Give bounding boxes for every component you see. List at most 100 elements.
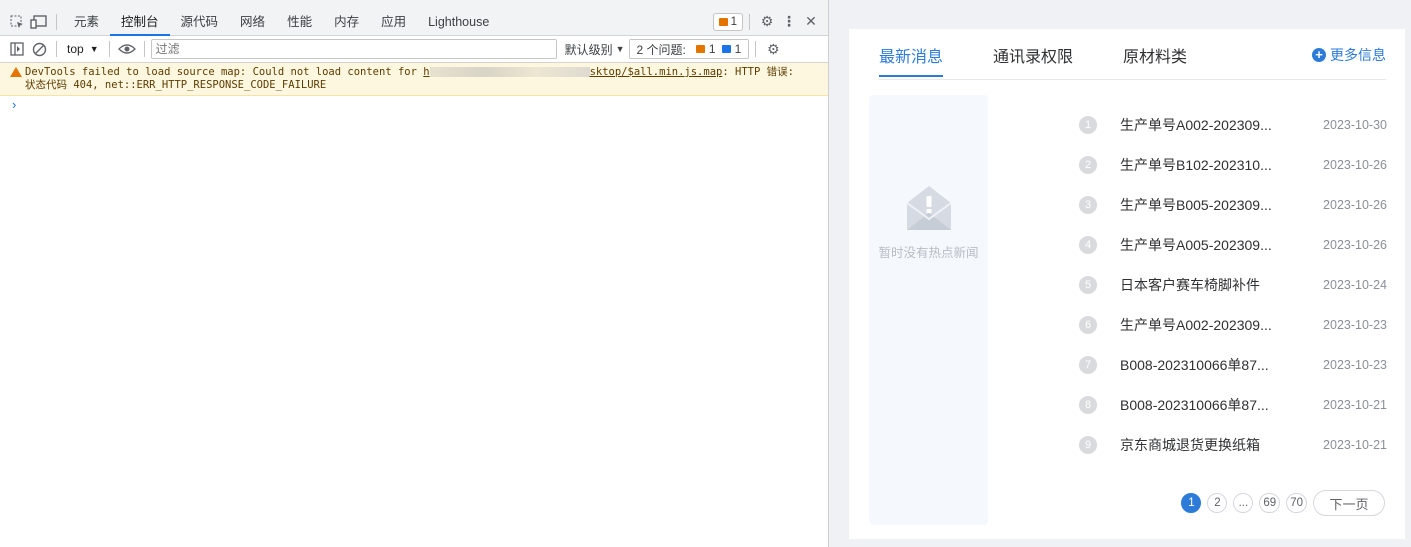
news-card: 最新消息 通讯录权限 原材料类 + 更多信息 暂时没有热点新闻 1 生产单号A002-… bbox=[849, 29, 1405, 539]
page-button[interactable]: 70 bbox=[1286, 493, 1307, 513]
page-button[interactable]: 2 bbox=[1207, 493, 1228, 513]
separator bbox=[143, 41, 145, 57]
news-item[interactable]: 1 生产单号A002-202309... 2023-10-30 bbox=[1079, 105, 1387, 145]
web-page: 最新消息 通讯录权限 原材料类 + 更多信息 暂时没有热点新闻 1 生产单号A002-… bbox=[829, 0, 1411, 547]
news-date: 2023-10-24 bbox=[1323, 278, 1387, 292]
news-title[interactable]: B008-202310066单87... bbox=[1120, 395, 1280, 415]
devtools-tab-bar: 元素 控制台 源代码 网络 性能 内存 应用 Lighthouse 1 ⚙ ⋮ ✕ bbox=[0, 0, 828, 36]
news-number-badge: 1 bbox=[1079, 116, 1097, 134]
news-title[interactable]: 京东商城退货更换纸箱 bbox=[1120, 435, 1280, 455]
pagination: 1 2... 69 70 下一页 bbox=[1181, 490, 1385, 516]
news-title[interactable]: 生产单号A002-202309... bbox=[1120, 315, 1280, 335]
devtools-tabs: 元素 控制台 源代码 网络 性能 内存 应用 Lighthouse bbox=[63, 8, 500, 36]
empty-mail-icon bbox=[905, 186, 952, 230]
separator bbox=[749, 13, 750, 30]
dropdown-arrow-icon: ▼ bbox=[615, 44, 625, 54]
warning-flag-icon bbox=[695, 45, 705, 53]
settings-gear-icon[interactable]: ⚙ bbox=[756, 11, 778, 33]
sidebar-toggle-icon[interactable] bbox=[6, 38, 28, 60]
page-button[interactable]: 69 bbox=[1259, 493, 1281, 513]
log-level-select[interactable]: 默认级别 ▼ bbox=[565, 41, 625, 58]
devtools-tab[interactable]: 控制台 bbox=[110, 8, 170, 36]
info-flag-icon bbox=[721, 45, 731, 53]
news-tab[interactable]: 通讯录权限 bbox=[993, 43, 1073, 77]
log-level-value: 默认级别 bbox=[564, 42, 613, 57]
news-number-badge: 6 bbox=[1079, 316, 1097, 334]
news-date: 2023-10-30 bbox=[1323, 118, 1387, 132]
inspect-element-icon[interactable] bbox=[6, 11, 28, 33]
news-title[interactable]: 生产单号A002-202309... bbox=[1120, 115, 1280, 135]
news-number-badge: 9 bbox=[1079, 436, 1097, 454]
news-title[interactable]: B008-202310066单87... bbox=[1120, 355, 1280, 375]
devtools-tab[interactable]: Lighthouse bbox=[417, 8, 500, 36]
issues-warning-count: 1 bbox=[708, 42, 716, 56]
news-number-badge: 2 bbox=[1079, 156, 1097, 174]
news-title[interactable]: 生产单号B005-202309... bbox=[1120, 195, 1280, 215]
more-options-icon[interactable]: ⋮ bbox=[778, 11, 800, 33]
issues-info-count: 1 bbox=[734, 42, 742, 56]
context-select[interactable]: top ▼ bbox=[63, 42, 103, 56]
devtools-tab[interactable]: 应用 bbox=[370, 8, 417, 36]
close-icon[interactable]: ✕ bbox=[800, 11, 822, 33]
news-number-badge: 5 bbox=[1079, 276, 1097, 294]
warning-triangle-icon bbox=[10, 67, 22, 77]
next-page-button[interactable]: 下一页 bbox=[1313, 490, 1385, 516]
news-tab-group: 最新消息 通讯录权限 原材料类 bbox=[879, 43, 1237, 77]
news-number-badge: 7 bbox=[1079, 356, 1097, 374]
source-map-link[interactable]: h sktop/$all.min.js.map bbox=[423, 66, 722, 78]
more-info-link[interactable]: + 更多信息 bbox=[1312, 45, 1386, 65]
dropdown-arrow-icon: ▼ bbox=[89, 44, 99, 54]
hot-news-empty: 暂时没有热点新闻 bbox=[869, 183, 988, 261]
news-list: 1 生产单号A002-202309... 2023-10-30 2 生产单号B102-2… bbox=[1079, 105, 1387, 465]
prompt-chevron-icon: › bbox=[12, 97, 17, 112]
console-warning-message: DevTools failed to load source map: Coul… bbox=[0, 63, 828, 96]
separator bbox=[56, 13, 57, 30]
separator bbox=[108, 41, 110, 57]
news-item[interactable]: 7 B008-202310066单87... 2023-10-23 bbox=[1079, 345, 1387, 385]
news-item[interactable]: 4 生产单号A005-202309... 2023-10-26 bbox=[1079, 225, 1387, 265]
clear-console-icon[interactable] bbox=[28, 38, 50, 60]
news-title[interactable]: 生产单号A005-202309... bbox=[1120, 235, 1280, 255]
devtools-panel: 元素 控制台 源代码 网络 性能 内存 应用 Lighthouse 1 ⚙ ⋮ ✕ top ▼… bbox=[0, 0, 829, 547]
issues-badge[interactable]: 1 bbox=[712, 12, 743, 31]
news-item[interactable]: 5 日本客户赛车椅脚补件 2023-10-24 bbox=[1079, 265, 1387, 305]
live-expression-eye-icon[interactable] bbox=[116, 38, 138, 60]
warning-text: DevTools failed to load source map: Coul… bbox=[25, 66, 424, 78]
news-item[interactable]: 3 生产单号B005-202309... 2023-10-26 bbox=[1079, 185, 1387, 225]
issues-counter[interactable]: 2 个问题: 1 1 bbox=[628, 39, 750, 59]
news-number-badge: 4 bbox=[1079, 236, 1097, 254]
news-item[interactable]: 9 京东商城退货更换纸箱 2023-10-21 bbox=[1079, 425, 1387, 465]
news-date: 2023-10-26 bbox=[1323, 158, 1387, 172]
plus-circle-icon: + bbox=[1312, 48, 1326, 62]
warning-flag-icon bbox=[718, 17, 728, 26]
news-tab[interactable]: 最新消息 bbox=[879, 43, 944, 77]
console-settings-gear-icon[interactable]: ⚙ bbox=[762, 38, 784, 60]
console-toolbar: top ▼ 默认级别 ▼ 2 个问题: 1 1 ⚙ bbox=[0, 36, 828, 63]
devtools-tab[interactable]: 源代码 bbox=[170, 8, 230, 36]
console-prompt[interactable]: › bbox=[0, 96, 828, 114]
redacted-url bbox=[429, 67, 590, 77]
news-date: 2023-10-23 bbox=[1323, 358, 1387, 372]
page-button[interactable]: 1 bbox=[1181, 493, 1202, 513]
more-info-label: 更多信息 bbox=[1330, 47, 1386, 63]
news-title[interactable]: 日本客户赛车椅脚补件 bbox=[1120, 275, 1280, 295]
news-title[interactable]: 生产单号B102-202310... bbox=[1120, 155, 1280, 175]
devtools-tab[interactable]: 网络 bbox=[229, 8, 276, 36]
news-item[interactable]: 8 B008-202310066单87... 2023-10-21 bbox=[1079, 385, 1387, 425]
news-item[interactable]: 2 生产单号B102-202310... 2023-10-26 bbox=[1079, 145, 1387, 185]
news-date: 2023-10-23 bbox=[1323, 318, 1387, 332]
news-tab[interactable]: 原材料类 bbox=[1123, 43, 1187, 77]
news-number-badge: 3 bbox=[1079, 196, 1097, 214]
device-toolbar-icon[interactable] bbox=[28, 11, 50, 33]
devtools-tab[interactable]: 性能 bbox=[276, 8, 323, 36]
console-output[interactable]: DevTools failed to load source map: Coul… bbox=[0, 63, 828, 547]
separator bbox=[755, 41, 757, 57]
issues-badge-count: 1 bbox=[730, 15, 737, 28]
devtools-tab[interactable]: 内存 bbox=[323, 8, 370, 36]
devtools-tab[interactable]: 元素 bbox=[63, 8, 110, 36]
news-date: 2023-10-21 bbox=[1323, 438, 1387, 452]
filter-input[interactable] bbox=[150, 39, 557, 59]
context-select-value: top bbox=[67, 42, 84, 56]
page-button[interactable]: ... bbox=[1233, 493, 1254, 513]
news-item[interactable]: 6 生产单号A002-202309... 2023-10-23 bbox=[1079, 305, 1387, 345]
